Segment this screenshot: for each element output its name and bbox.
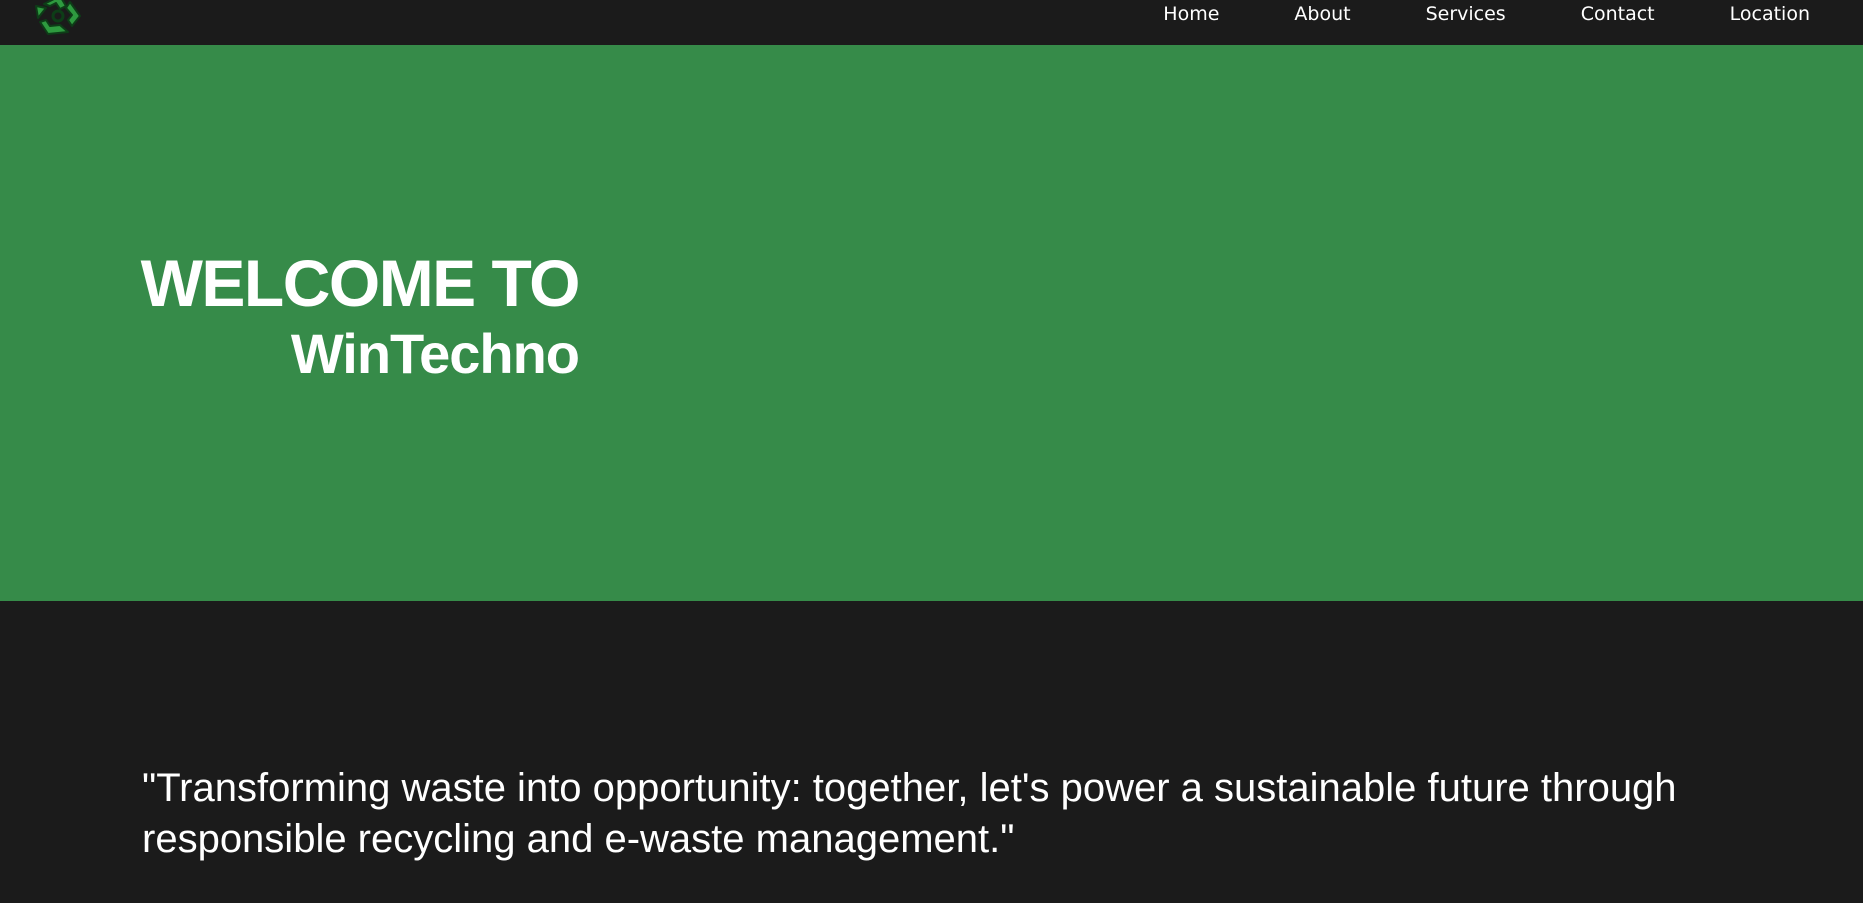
nav-location-link[interactable]: Location bbox=[1730, 0, 1810, 28]
mission-quote: "Transforming waste into opportunity: to… bbox=[142, 766, 1677, 861]
nav-about-link[interactable]: About bbox=[1294, 0, 1350, 28]
main-nav: Home About Services Contact Location bbox=[1163, 0, 1863, 28]
hero-title: WELCOME TO WinTechno bbox=[140, 245, 581, 387]
nav-contact-link[interactable]: Contact bbox=[1581, 0, 1655, 28]
top-navbar: Home About Services Contact Location bbox=[0, 0, 1863, 45]
nav-services-link[interactable]: Services bbox=[1426, 0, 1506, 28]
hero-section: WELCOME TO WinTechno bbox=[0, 45, 1863, 601]
nav-home-link[interactable]: Home bbox=[1163, 0, 1219, 28]
recycle-icon[interactable] bbox=[30, 0, 86, 38]
hero-title-brand: WinTechno bbox=[290, 322, 580, 385]
hero-title-welcome: WELCOME TO bbox=[140, 246, 581, 320]
